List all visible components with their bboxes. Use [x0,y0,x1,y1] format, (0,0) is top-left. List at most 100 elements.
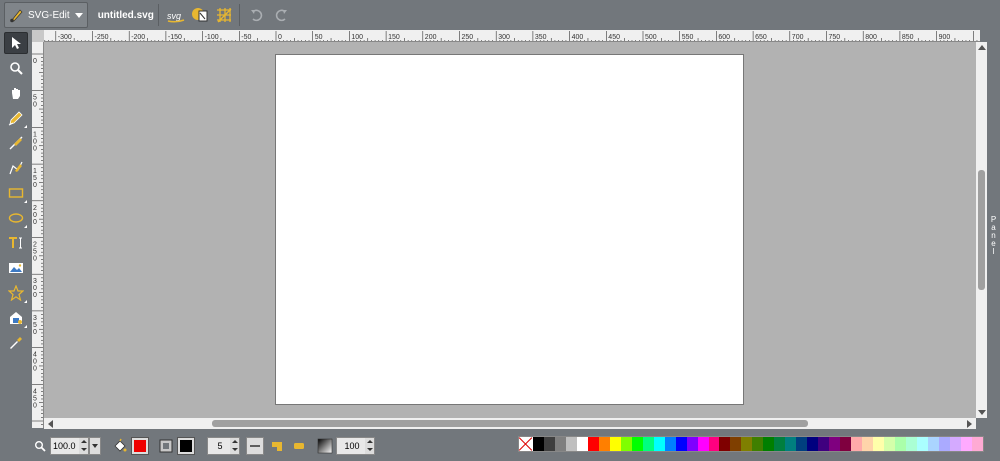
palette-swatch[interactable] [884,437,895,451]
palette-swatch[interactable] [840,437,852,451]
palette-swatch[interactable] [829,437,841,451]
ruler-tick-label: 200 [425,34,437,41]
pencil-tool[interactable] [4,107,28,129]
palette-swatch[interactable] [598,437,610,451]
palette-swatch[interactable] [807,437,819,451]
layers-panel-handle[interactable]: Panel [987,42,1000,428]
palette-swatch[interactable] [785,437,797,451]
linejoin-button[interactable] [268,437,286,455]
palette-swatch[interactable] [675,437,687,451]
palette-swatch[interactable] [554,437,566,451]
toolbar-divider [238,4,240,26]
palette-swatch[interactable] [587,437,599,451]
horizontal-scrollbar[interactable] [44,418,976,429]
palette-swatch[interactable] [763,437,775,451]
palette-swatch[interactable] [686,437,698,451]
eyedropper-tool[interactable] [4,332,28,354]
palette-swatch[interactable] [818,437,830,451]
select-tool[interactable] [4,32,28,54]
ruler-tick-label: 0 [33,138,37,145]
rect-tool[interactable] [4,182,28,204]
ruler-tick-label: 0 [33,402,37,409]
toggle-grid-button[interactable] [213,4,235,26]
palette-swatch[interactable] [565,437,577,451]
palette-swatch[interactable] [631,437,643,451]
stroke-width-input[interactable] [208,437,230,454]
palette-swatch[interactable] [774,437,786,451]
palette-swatch[interactable] [719,437,731,451]
palette-swatch[interactable] [664,437,676,451]
ruler-tick-label: 850 [902,34,914,41]
palette-swatch[interactable] [697,437,709,451]
palette-swatch[interactable] [938,437,950,451]
vertical-scrollbar[interactable] [976,42,987,418]
fill-color-swatch[interactable] [131,436,149,455]
vertical-scroll-thumb[interactable] [978,170,985,290]
palette-swatch[interactable] [971,437,983,451]
palette-swatch[interactable] [960,437,972,451]
svg-source-button[interactable]: svg [165,4,187,26]
zoom-tool[interactable] [4,57,28,79]
brand-label: SVG-Edit [28,9,70,21]
zoom-spinner-arrows[interactable] [79,437,88,454]
palette-swatch[interactable] [576,437,588,451]
shape-library-tool[interactable] [4,307,28,329]
zoom-input[interactable] [51,437,79,454]
palette-swatch[interactable] [543,437,555,451]
ruler-tick-label: 800 [865,34,877,41]
palette-swatch[interactable] [873,437,884,451]
palette-swatch[interactable] [642,437,654,451]
star-tool[interactable] [4,282,28,304]
opacity-input[interactable] [337,437,365,454]
palette-swatch[interactable] [796,437,808,451]
ruler-tick-label: 1 [33,131,37,138]
palette-swatch[interactable] [894,437,906,451]
redo-button[interactable] [270,4,292,26]
stroke-width-arrows[interactable] [230,437,239,454]
horizontal-scroll-thumb[interactable] [212,420,808,427]
palette-swatch[interactable] [916,437,928,451]
palette-swatch[interactable] [741,437,753,451]
palette-swatch[interactable] [851,437,863,451]
ruler-tick-label: 0 [278,34,282,41]
dash-line-icon [250,444,260,447]
workarea[interactable] [44,42,976,418]
linecap-button[interactable] [290,437,308,455]
svg-canvas[interactable] [275,54,744,405]
image-tool[interactable] [4,257,28,279]
opacity-arrows[interactable] [365,437,374,454]
zoom-spinner[interactable] [50,436,89,455]
palette-swatch[interactable] [653,437,665,451]
scroll-up-icon[interactable] [978,45,986,50]
opacity-spinner[interactable] [336,436,375,455]
main-menu-button[interactable]: SVG-Edit [4,2,88,28]
palette-swatch[interactable] [905,437,917,451]
palette-swatch[interactable] [609,437,621,451]
no-color-swatch[interactable] [519,437,533,451]
ruler-tick-label: 0 [33,256,37,263]
document-properties-button[interactable] [189,4,211,26]
scroll-down-icon[interactable] [978,410,986,415]
stroke-style-button[interactable] [246,436,264,455]
scroll-left-icon[interactable] [48,420,53,428]
palette-swatch[interactable] [862,437,874,451]
zoom-dropdown-button[interactable] [89,436,101,455]
path-tool[interactable] [4,157,28,179]
palette-swatch[interactable] [730,437,742,451]
palette-swatch[interactable] [620,437,632,451]
text-tool[interactable] [4,232,28,254]
palette-swatch[interactable] [927,437,939,451]
pan-tool[interactable] [4,82,28,104]
palette-swatch[interactable] [752,437,764,451]
palette-swatch[interactable] [533,437,544,451]
stroke-width-spinner[interactable] [207,436,240,455]
ruler-tick-label: 5 [33,175,37,182]
scroll-right-icon[interactable] [967,420,972,428]
stroke-color-swatch[interactable] [177,436,195,455]
ellipse-tool[interactable] [4,207,28,229]
ruler-tick-label: 0 [33,329,37,336]
undo-button[interactable] [246,4,268,26]
palette-swatch[interactable] [708,437,720,451]
palette-swatch[interactable] [949,437,961,451]
line-tool[interactable] [4,132,28,154]
